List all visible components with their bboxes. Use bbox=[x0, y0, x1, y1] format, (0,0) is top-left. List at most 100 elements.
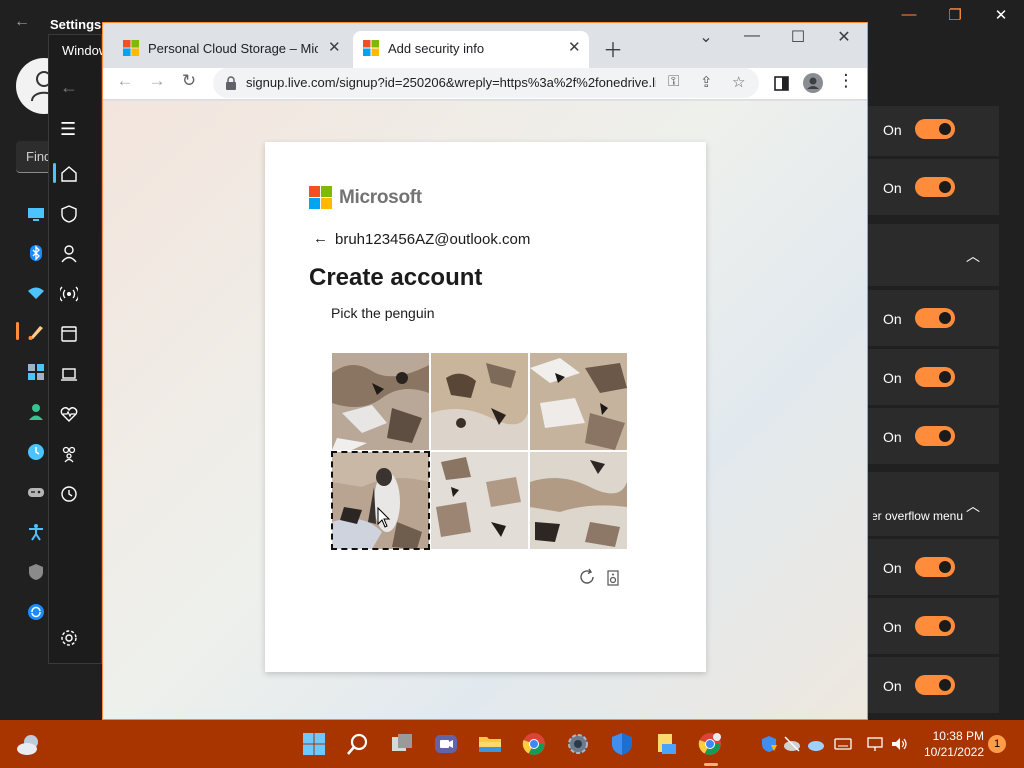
onedrive-paused-icon[interactable] bbox=[783, 735, 801, 753]
toggle-switch[interactable] bbox=[915, 557, 955, 577]
gaming-icon[interactable] bbox=[27, 483, 45, 501]
reload-icon[interactable]: ↻ bbox=[176, 71, 202, 91]
share-icon[interactable]: ⇪ bbox=[700, 73, 713, 91]
toggle-switch[interactable] bbox=[915, 177, 955, 197]
url-text[interactable]: signup.live.com/signup?id=250206&wreply=… bbox=[246, 75, 656, 90]
shield-icon[interactable] bbox=[60, 205, 78, 223]
personalization-brush-icon[interactable] bbox=[27, 323, 45, 341]
teams-chat-button[interactable] bbox=[430, 728, 462, 760]
captcha-tile[interactable] bbox=[332, 353, 429, 450]
tab-add-security-info[interactable]: Add security info ✕ bbox=[353, 31, 589, 68]
tab-search-chevron-icon[interactable]: ⌄ bbox=[683, 27, 729, 47]
hamburger-menu-icon[interactable]: ☰ bbox=[60, 119, 76, 140]
expander-header[interactable]: ︿ bbox=[868, 224, 999, 286]
address-bar[interactable]: signup.live.com/signup?id=250206&wreply=… bbox=[213, 68, 759, 98]
toggle-switch[interactable] bbox=[915, 426, 955, 446]
wifi-icon[interactable] bbox=[27, 284, 45, 302]
network-monitor-icon[interactable] bbox=[866, 735, 884, 753]
microsoft-favicon-icon bbox=[123, 40, 139, 56]
apps-icon[interactable] bbox=[27, 363, 45, 381]
file-explorer-button[interactable] bbox=[474, 728, 506, 760]
audio-captcha-icon[interactable] bbox=[607, 570, 619, 586]
chevron-up-icon[interactable]: ︿ bbox=[966, 496, 980, 516]
settings-gear-icon[interactable] bbox=[60, 629, 78, 647]
tab-title: Personal Cloud Storage – Microsoft OneDr… bbox=[148, 41, 318, 56]
account-protection-icon[interactable] bbox=[60, 245, 78, 263]
toggle-switch[interactable] bbox=[915, 119, 955, 139]
rocky-snow-image bbox=[332, 353, 429, 450]
toggle-switch[interactable] bbox=[915, 616, 955, 636]
weather-widget-icon[interactable] bbox=[16, 732, 42, 758]
clock-time[interactable]: 10:38 PM bbox=[926, 729, 984, 743]
chrome-button[interactable] bbox=[518, 728, 550, 760]
back-arrow-icon[interactable]: ← bbox=[14, 13, 30, 31]
captcha-tile[interactable] bbox=[431, 452, 528, 549]
bluetooth-icon[interactable] bbox=[27, 244, 45, 262]
refresh-captcha-icon[interactable] bbox=[578, 568, 596, 586]
password-key-icon[interactable]: ⚿ bbox=[668, 73, 679, 90]
toggle-switch[interactable] bbox=[915, 367, 955, 387]
network-antenna-icon[interactable] bbox=[60, 285, 78, 303]
chevron-up-icon[interactable]: ︿ bbox=[966, 246, 980, 266]
windows-update-icon[interactable] bbox=[27, 603, 45, 621]
clock-date[interactable]: 10/21/2022 bbox=[918, 745, 984, 759]
side-panel-icon[interactable] bbox=[774, 76, 789, 91]
back-icon[interactable]: ← bbox=[112, 71, 138, 91]
family-options-icon[interactable] bbox=[60, 445, 78, 463]
windows-security-button[interactable] bbox=[606, 728, 638, 760]
accounts-icon[interactable] bbox=[27, 403, 45, 421]
tab-onedrive[interactable]: Personal Cloud Storage – Microsoft OneDr… bbox=[113, 31, 349, 68]
time-language-icon[interactable] bbox=[27, 443, 45, 461]
device-health-heart-icon[interactable] bbox=[60, 405, 78, 423]
toggle-switch[interactable] bbox=[915, 675, 955, 695]
notification-badge[interactable]: 1 bbox=[988, 735, 1006, 753]
toggle-state-label: On bbox=[883, 560, 902, 576]
settings-button[interactable] bbox=[562, 728, 594, 760]
captcha-tile[interactable] bbox=[431, 353, 528, 450]
back-arrow-icon[interactable]: ← bbox=[313, 230, 328, 247]
privacy-shield-icon[interactable] bbox=[27, 563, 45, 581]
close-window-icon[interactable]: ✕ bbox=[821, 27, 867, 47]
back-arrow-icon[interactable]: ← bbox=[60, 77, 78, 98]
kebab-menu-icon[interactable]: ⋮ bbox=[833, 71, 859, 91]
keyboard-icon[interactable] bbox=[834, 735, 852, 753]
start-button[interactable] bbox=[298, 728, 330, 760]
defender-tray-icon[interactable] bbox=[760, 735, 778, 753]
minimize-icon[interactable]: — bbox=[886, 6, 932, 23]
home-icon[interactable] bbox=[60, 165, 78, 183]
close-tab-icon[interactable]: ✕ bbox=[568, 38, 581, 56]
captcha-tile[interactable] bbox=[530, 353, 627, 450]
lock-icon[interactable] bbox=[225, 76, 237, 90]
device-security-icon[interactable] bbox=[60, 365, 78, 383]
toggle-switch[interactable] bbox=[915, 308, 955, 328]
task-view-button[interactable] bbox=[386, 728, 418, 760]
setting-row: On bbox=[868, 159, 999, 215]
new-tab-plus-icon[interactable]: ＋ bbox=[603, 34, 623, 63]
monitor-icon[interactable] bbox=[27, 205, 45, 223]
taskbar: 10:38 PM 10/21/2022 1 bbox=[0, 720, 1024, 768]
volume-icon[interactable] bbox=[890, 735, 908, 753]
browser-window: Personal Cloud Storage – Microsoft OneDr… bbox=[102, 22, 868, 720]
accessibility-icon[interactable] bbox=[27, 523, 45, 541]
bookmark-star-icon[interactable]: ☆ bbox=[732, 73, 745, 91]
minimize-icon[interactable]: — bbox=[729, 27, 775, 45]
restore-icon[interactable]: ❐ bbox=[932, 6, 978, 24]
profile-avatar-icon[interactable] bbox=[803, 73, 823, 93]
file-folder-button[interactable] bbox=[650, 728, 682, 760]
tab-strip: Personal Cloud Storage – Microsoft OneDr… bbox=[103, 23, 867, 68]
expander-header[interactable]: ︿ bbox=[868, 472, 999, 536]
protection-history-icon[interactable] bbox=[60, 485, 78, 503]
forward-icon[interactable]: → bbox=[144, 71, 170, 91]
security-window-title: Windows Security bbox=[62, 43, 103, 58]
search-button[interactable] bbox=[342, 728, 374, 760]
chrome-profile-button[interactable] bbox=[694, 728, 726, 760]
app-browser-control-icon[interactable] bbox=[60, 325, 78, 343]
onedrive-icon[interactable] bbox=[806, 735, 824, 753]
windows-logo-icon bbox=[303, 733, 325, 755]
documents-folder-icon bbox=[658, 734, 676, 754]
close-icon[interactable]: ✕ bbox=[978, 6, 1024, 24]
maximize-icon[interactable]: ☐ bbox=[775, 27, 821, 47]
close-tab-icon[interactable]: ✕ bbox=[328, 38, 341, 56]
captcha-tile[interactable] bbox=[530, 452, 627, 549]
captcha-tile-selected[interactable] bbox=[331, 451, 430, 550]
